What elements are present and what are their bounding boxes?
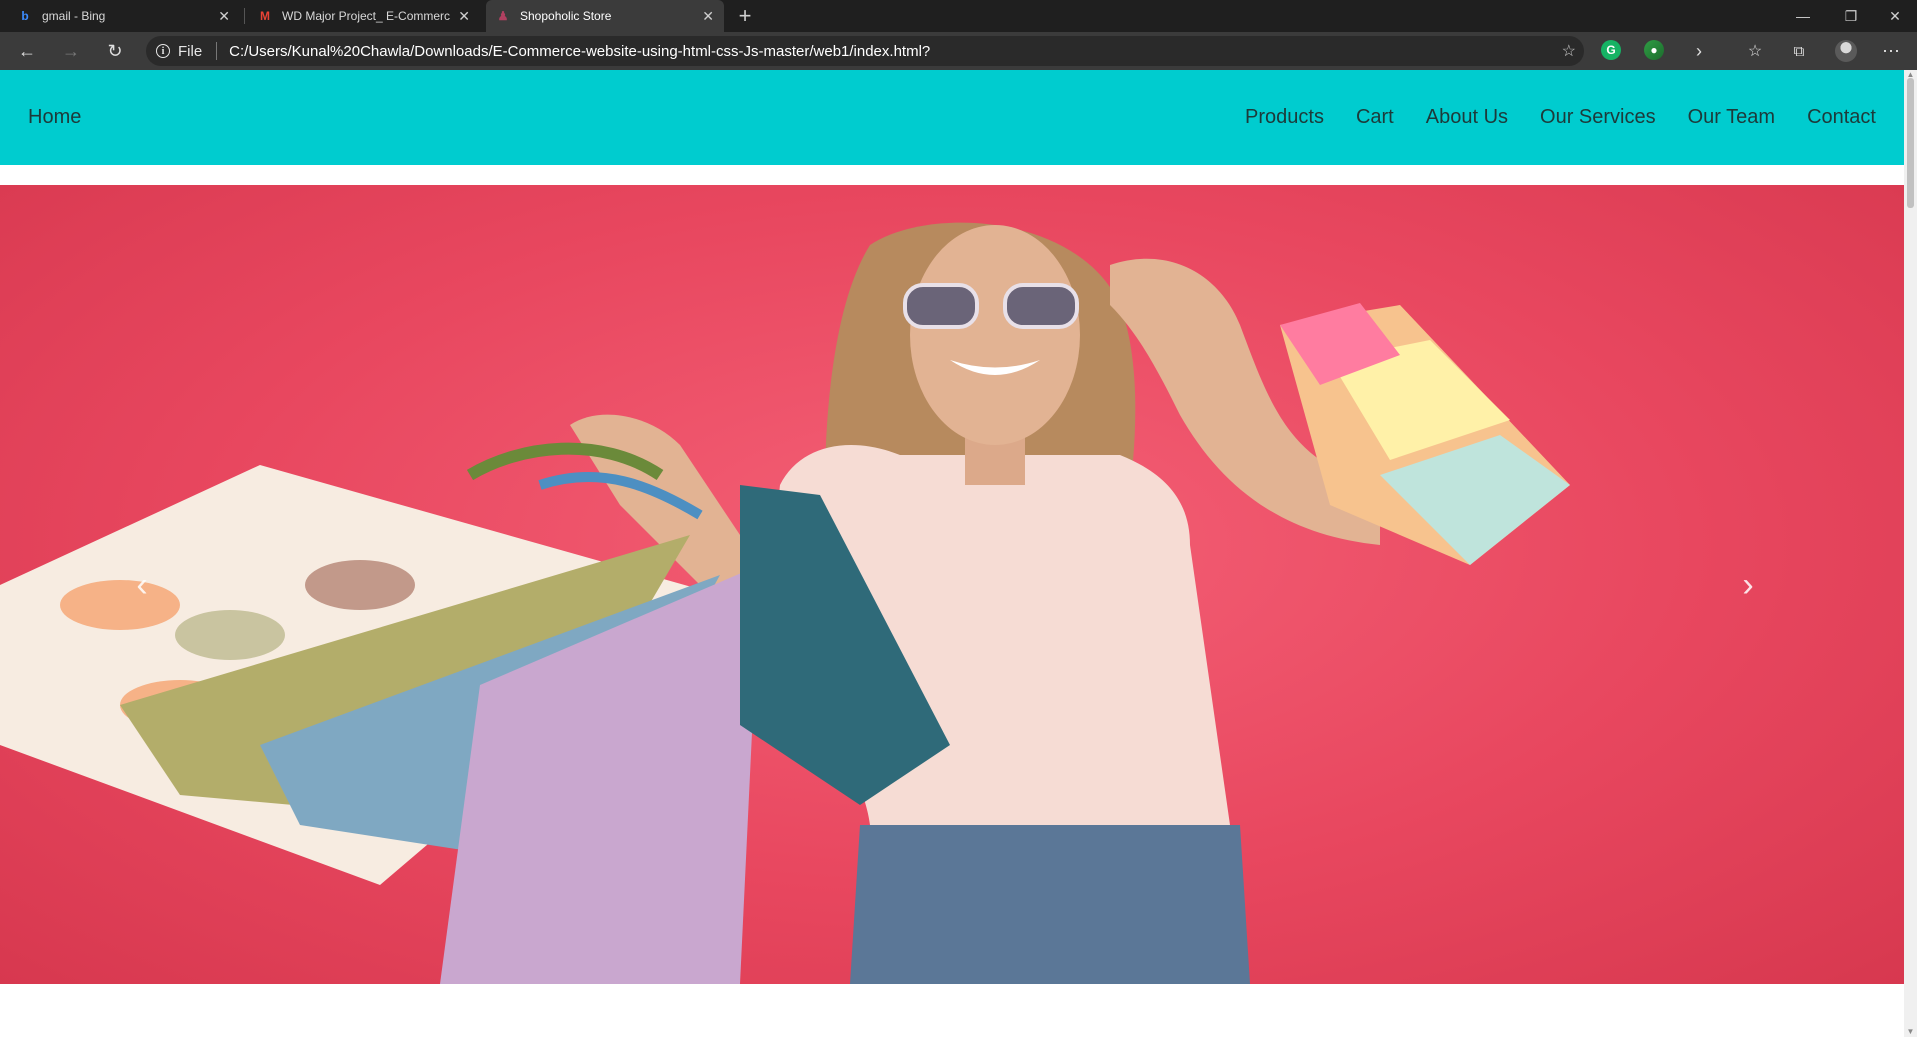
tab-bing[interactable]: b gmail - Bing ✕ <box>8 0 240 32</box>
nav-about-link[interactable]: About Us <box>1426 106 1508 129</box>
scroll-down-icon[interactable]: ▼ <box>1906 1028 1915 1036</box>
minimize-icon[interactable]: — <box>1780 0 1826 32</box>
extension-icon[interactable]: ● <box>1644 40 1664 60</box>
gmail-icon: M <box>260 9 270 23</box>
browser-toolbar: ← → ↻ i File C:/Users/Kunal%20Chawla/Dow… <box>0 32 1917 70</box>
hero-carousel: ‹ › <box>0 185 1904 984</box>
restore-icon[interactable]: ❐ <box>1828 0 1874 32</box>
site-navbar: Home Products Cart About Us Our Services… <box>0 70 1904 165</box>
scheme-label: File <box>178 42 203 60</box>
nav-services-link[interactable]: Our Services <box>1540 106 1656 129</box>
tab-shopoholic[interactable]: ♟ Shopoholic Store ✕ <box>486 0 724 32</box>
carousel-next-icon[interactable]: › <box>1728 565 1768 605</box>
nav-cart-link[interactable]: Cart <box>1356 106 1394 129</box>
bing-icon: b <box>21 9 29 23</box>
scroll-thumb[interactable] <box>1907 78 1914 208</box>
tab-title: gmail - Bing <box>42 9 106 23</box>
back-icon[interactable]: ← <box>14 38 40 64</box>
close-tab-icon[interactable]: ✕ <box>218 8 230 25</box>
extensions-chevron-icon[interactable]: › <box>1686 38 1712 64</box>
tab-title: WD Major Project_ E-Commerce <box>282 9 451 23</box>
new-tab-icon[interactable]: + <box>733 3 757 29</box>
grammarly-icon[interactable]: G <box>1601 40 1621 60</box>
url-text[interactable]: C:/Users/Kunal%20Chawla/Downloads/E-Comm… <box>229 43 930 60</box>
close-tab-icon[interactable]: ✕ <box>458 8 470 25</box>
nav-home-link[interactable]: Home <box>28 70 81 165</box>
close-tab-icon[interactable]: ✕ <box>702 8 714 25</box>
collections-icon[interactable]: ⧉ <box>1786 38 1812 64</box>
tab-bar: b gmail - Bing ✕ M WD Major Project_ E-C… <box>0 0 1917 32</box>
site-icon: ♟ <box>497 9 509 23</box>
add-favorite-icon[interactable]: ☆ <box>1562 41 1576 61</box>
page-scrollbar[interactable]: ▲ ▼ <box>1904 70 1917 1037</box>
close-window-icon[interactable]: ✕ <box>1872 0 1917 32</box>
nav-products-link[interactable]: Products <box>1245 106 1324 129</box>
carousel-prev-icon[interactable]: ‹ <box>122 565 162 605</box>
more-menu-icon[interactable]: ⋯ <box>1878 38 1904 64</box>
favorites-icon[interactable]: ☆ <box>1742 38 1768 64</box>
tab-title: Shopoholic Store <box>520 9 612 23</box>
hero-image <box>0 222 1570 984</box>
nav-contact-link[interactable]: Contact <box>1807 106 1876 129</box>
refresh-icon[interactable]: ↻ <box>102 38 128 64</box>
profile-avatar[interactable] <box>1835 40 1857 62</box>
forward-icon[interactable]: → <box>58 38 84 64</box>
nav-team-link[interactable]: Our Team <box>1688 106 1775 129</box>
nav-links: Products Cart About Us Our Services Our … <box>1245 70 1876 165</box>
address-bar[interactable]: i File C:/Users/Kunal%20Chawla/Downloads… <box>146 36 1584 66</box>
tab-gmail[interactable]: M WD Major Project_ E-Commerce ✕ <box>248 0 480 32</box>
info-icon[interactable]: i <box>156 44 170 58</box>
